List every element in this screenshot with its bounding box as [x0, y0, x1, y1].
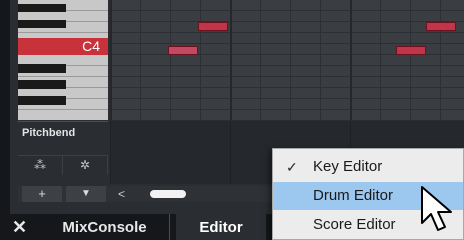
add-lane-button[interactable]: + — [22, 186, 62, 202]
piano-black-key[interactable] — [18, 96, 66, 105]
tab-editor[interactable]: Editor — [176, 214, 266, 240]
scatter-icon[interactable]: ⁂ — [18, 156, 63, 175]
controller-lane-tools: ⁂ ✲ — [18, 155, 108, 175]
grid-beat-line — [140, 0, 141, 120]
scroll-left-arrow[interactable]: < — [118, 186, 128, 202]
menu-item-label: Score Editor — [313, 216, 396, 233]
piano-black-key[interactable] — [18, 4, 66, 12]
piano-black-key[interactable] — [18, 20, 66, 28]
grid-beat-line — [440, 0, 441, 120]
piano-key-c4[interactable]: C4 — [18, 38, 108, 55]
grid-bar-line — [230, 0, 232, 120]
lane-dropdown-button[interactable]: ▼ — [66, 186, 106, 202]
midi-note[interactable] — [198, 22, 228, 31]
grid-bar-line — [350, 0, 352, 120]
c4-label: C4 — [82, 38, 100, 54]
grid-beat-line — [320, 0, 321, 120]
tab-mixconsole[interactable]: MixConsole — [40, 214, 170, 240]
grid-beat-line — [380, 0, 381, 120]
grid-beat-line — [410, 0, 411, 120]
piano-key[interactable] — [18, 110, 108, 120]
mouse-pointer-icon — [421, 186, 452, 231]
checkmark-icon: ✓ — [286, 159, 298, 175]
grid-beat-line — [290, 0, 291, 120]
grid-bar-line — [110, 0, 112, 120]
menu-item-label: Drum Editor — [313, 187, 394, 204]
grid-beat-line — [260, 0, 261, 120]
lane-grid-line — [230, 121, 231, 184]
midi-note[interactable] — [396, 46, 426, 55]
midi-note[interactable] — [168, 46, 198, 55]
note-grid[interactable] — [110, 0, 464, 120]
horizontal-scrollbar-thumb[interactable] — [150, 190, 186, 198]
settings-icon[interactable]: ✲ — [63, 156, 108, 175]
menu-item-label: Key Editor — [313, 158, 383, 175]
close-icon[interactable]: ✕ — [12, 217, 27, 238]
piano-keyboard[interactable]: C4 — [18, 0, 108, 120]
lane-grid-line — [110, 121, 111, 184]
menu-item-key-editor[interactable]: ✓ Key Editor — [273, 153, 463, 181]
piano-black-key[interactable] — [18, 64, 66, 73]
controller-lane-header: Pitchbend ⁂ ✲ — [18, 121, 108, 184]
midi-note[interactable] — [426, 22, 456, 31]
grid-beat-line — [170, 0, 171, 120]
grid-beat-line — [200, 0, 201, 120]
piano-black-key[interactable] — [18, 80, 66, 89]
controller-lane-title[interactable]: Pitchbend — [22, 127, 75, 139]
